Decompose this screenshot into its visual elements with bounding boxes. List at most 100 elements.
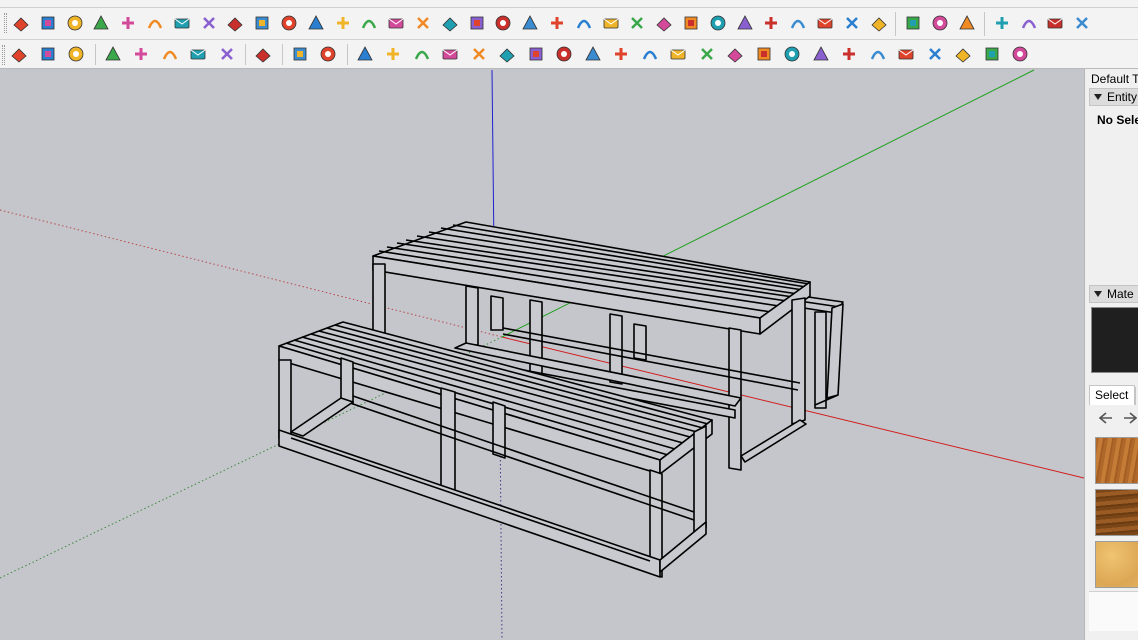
toolbar-separator (94, 44, 96, 65)
upload-tree-icon[interactable] (130, 43, 152, 65)
toolbar-separator (983, 12, 985, 36)
toolbar-grip[interactable] (2, 45, 5, 65)
undo-icon[interactable] (626, 12, 648, 34)
spiral-icon[interactable] (496, 43, 518, 65)
grid-dots-icon[interactable] (956, 12, 978, 34)
toolbar-separator (245, 44, 246, 65)
split-icon[interactable] (895, 43, 917, 65)
look-around-icon[interactable] (305, 12, 327, 34)
wood-light-icon[interactable] (1095, 437, 1138, 484)
extension-warehouse-icon[interactable] (8, 43, 30, 65)
tag-flag-icon[interactable] (251, 12, 273, 34)
merge-icon[interactable] (867, 43, 889, 65)
entity-info-header[interactable]: Entity (1089, 88, 1138, 106)
cloud-icon[interactable] (216, 43, 238, 65)
bend-icon[interactable] (696, 43, 718, 65)
push-pull-icon[interactable] (600, 12, 622, 34)
scissors-icon[interactable] (439, 43, 461, 65)
fan-icon[interactable] (838, 43, 860, 65)
move-cross-icon[interactable] (412, 12, 434, 34)
materials-header[interactable]: Mate (1089, 285, 1138, 303)
checker-icon[interactable] (187, 43, 209, 65)
transfer-icon[interactable] (65, 43, 87, 65)
pipe-icon[interactable] (667, 43, 689, 65)
model-canvas[interactable] (0, 69, 1084, 640)
entity-info-label: Entity (1107, 90, 1138, 104)
camera-walk-icon[interactable] (278, 12, 300, 34)
arc-icon[interactable] (492, 12, 514, 34)
move-icon[interactable] (573, 12, 595, 34)
current-material-swatch[interactable] (1091, 307, 1138, 373)
iso-view-icon[interactable] (10, 12, 32, 34)
curve-icon[interactable] (358, 12, 380, 34)
toolbar-row-2 (0, 40, 1138, 69)
top-view-icon[interactable] (37, 12, 59, 34)
tray-title: Default T (1091, 72, 1138, 86)
grid-gold-icon[interactable] (868, 12, 890, 34)
slot-icon[interactable] (981, 43, 1003, 65)
bounding-icon[interactable] (707, 12, 729, 34)
front-view-icon[interactable] (64, 12, 86, 34)
extrude-icon[interactable] (1009, 43, 1031, 65)
blue-axis (491, 69, 495, 251)
layers-icon[interactable] (991, 12, 1013, 34)
section-plane-icon[interactable] (224, 12, 246, 34)
add-circle-icon[interactable] (102, 43, 124, 65)
offset-icon[interactable] (332, 12, 354, 34)
lasso-icon[interactable] (468, 43, 490, 65)
materials-label: Mate (1107, 287, 1134, 301)
corner-2-icon[interactable] (610, 43, 632, 65)
rotate-icon[interactable] (519, 12, 541, 34)
texture-icon[interactable] (787, 12, 809, 34)
window-icon[interactable] (1018, 12, 1040, 34)
window-stack-icon[interactable] (1071, 12, 1093, 34)
cylinder-icon[interactable] (553, 43, 575, 65)
chain-icon[interactable] (639, 43, 661, 65)
select-box-icon[interactable] (354, 43, 376, 65)
forward-arrow-icon[interactable] (1121, 410, 1138, 426)
back-view-icon[interactable] (117, 12, 139, 34)
stair-icon[interactable] (724, 43, 746, 65)
bucket-icon[interactable] (411, 43, 433, 65)
mail-icon[interactable] (289, 43, 311, 65)
settings-gear-icon[interactable] (252, 43, 274, 65)
orbit-icon[interactable] (546, 12, 568, 34)
add-plus-icon[interactable] (385, 12, 407, 34)
wood-sand-icon[interactable] (1095, 541, 1138, 588)
tray-bottom-area (1089, 591, 1138, 631)
hand-icon[interactable] (781, 43, 803, 65)
refresh-icon[interactable] (37, 43, 59, 65)
image-icon[interactable] (760, 12, 782, 34)
soften-icon[interactable] (810, 43, 832, 65)
corner-icon[interactable] (582, 43, 604, 65)
toolbar-separator (895, 12, 897, 36)
grid-wall-icon[interactable] (753, 43, 775, 65)
cube-icon[interactable] (525, 43, 547, 65)
triangle-icon[interactable] (466, 12, 488, 34)
grid-orange-icon[interactable] (841, 12, 863, 34)
left-view-icon[interactable] (144, 12, 166, 34)
circle-dots-icon[interactable] (929, 12, 951, 34)
info-icon[interactable] (317, 43, 339, 65)
right-view-icon[interactable] (90, 12, 112, 34)
toolbar-grip[interactable] (4, 13, 7, 33)
follow-me-icon[interactable] (171, 12, 193, 34)
wood-dark-icon[interactable] (1095, 489, 1138, 536)
cut-icon[interactable] (952, 43, 974, 65)
flip-icon[interactable] (653, 12, 675, 34)
tab-select[interactable]: Select (1089, 385, 1135, 405)
dots-red-icon[interactable] (902, 12, 924, 34)
grid-yellow-icon[interactable] (814, 12, 836, 34)
sandbox-cone-icon[interactable] (439, 12, 461, 34)
panel-icon[interactable] (924, 43, 946, 65)
drawing-viewport[interactable] (0, 69, 1084, 640)
paint-square-icon[interactable] (734, 12, 756, 34)
bezier-icon[interactable] (382, 43, 404, 65)
window-filled-icon[interactable] (1044, 12, 1066, 34)
component-icon[interactable] (680, 12, 702, 34)
toolbar-row-1 (0, 8, 1138, 40)
chart-icon[interactable] (159, 43, 181, 65)
toolbar-top-strip (0, 0, 1138, 8)
paint-icon[interactable] (198, 12, 220, 34)
back-arrow-icon[interactable] (1097, 410, 1115, 426)
